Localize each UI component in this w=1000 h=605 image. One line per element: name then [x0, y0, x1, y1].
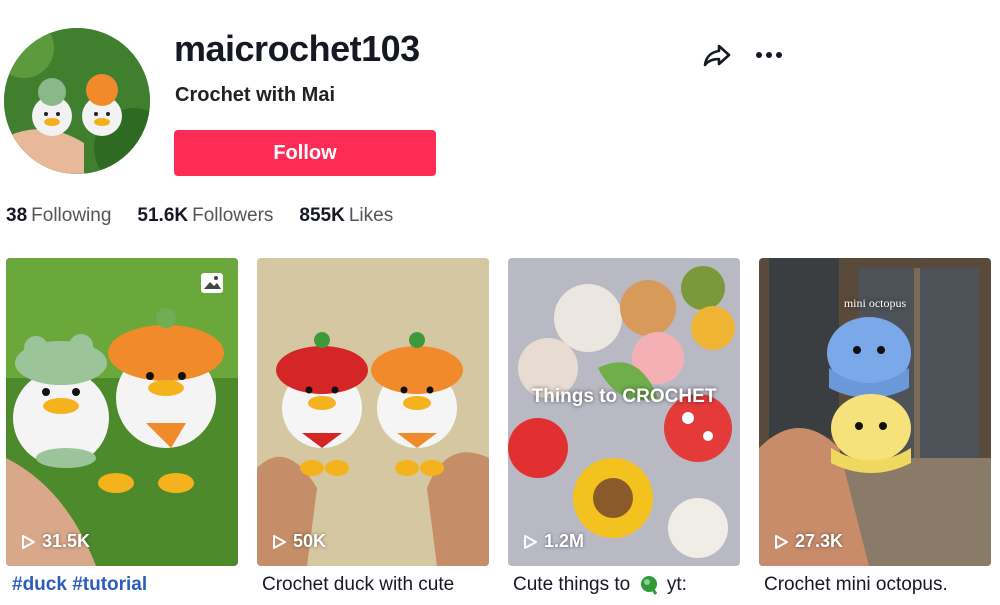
play-icon	[22, 534, 35, 549]
stat-label: Likes	[348, 205, 394, 226]
stat-following[interactable]: 38 Following	[6, 205, 111, 227]
profile-stats: 38 Following 51.6K Followers 855K Likes	[6, 205, 419, 227]
caption-text: Cute things to	[513, 574, 631, 596]
video-caption[interactable]: Cute things to yt:	[513, 574, 687, 596]
nickname: Crochet with Mai	[175, 84, 336, 106]
view-count-text: 31.5K	[42, 531, 91, 551]
stat-followers[interactable]: 51.6K Followers	[137, 205, 273, 227]
video-thumbnail	[508, 258, 740, 566]
username: maicrochet103	[174, 28, 420, 69]
view-count-text: 27.3K	[795, 531, 844, 551]
view-count-text: 1.2M	[544, 531, 585, 551]
view-count: 50K	[271, 531, 326, 552]
stat-value: 38	[6, 205, 28, 226]
video-card[interactable]: Things to CROCHET 1.2M	[508, 258, 740, 566]
view-count: 1.2M	[522, 531, 584, 552]
video-caption[interactable]: Crochet mini octopus.	[764, 574, 948, 596]
video-overlay-text: Things to CROCHET	[531, 386, 717, 407]
view-count-text: 50K	[293, 531, 327, 551]
stat-value: 855K	[299, 205, 345, 226]
video-caption[interactable]: Crochet duck with cute	[262, 574, 454, 596]
photo-icon	[201, 273, 223, 293]
caption-text: yt:	[666, 574, 687, 596]
video-card[interactable]: mini octopus 27.3K	[759, 258, 991, 566]
video-caption[interactable]: #duck #tutorial	[12, 574, 147, 596]
video-overlay-text: mini octopus	[843, 296, 907, 310]
green-sprout-icon	[640, 576, 657, 595]
more-icon[interactable]	[752, 40, 786, 70]
avatar[interactable]	[4, 28, 150, 174]
view-count: 31.5K	[20, 531, 90, 552]
play-icon	[524, 534, 537, 549]
video-card[interactable]: 50K	[257, 258, 489, 566]
video-thumbnail	[257, 258, 489, 566]
play-icon	[273, 534, 286, 549]
stat-likes: 855K Likes	[299, 205, 393, 227]
follow-button[interactable]: Follow	[174, 130, 436, 176]
video-card[interactable]: 31.5K	[6, 258, 238, 566]
view-count: 27.3K	[773, 531, 843, 552]
stat-label: Followers	[192, 205, 274, 226]
share-icon[interactable]	[702, 40, 732, 70]
video-thumbnail	[6, 258, 238, 566]
play-icon	[775, 534, 788, 549]
stat-value: 51.6K	[137, 205, 189, 226]
stat-label: Following	[31, 205, 112, 226]
